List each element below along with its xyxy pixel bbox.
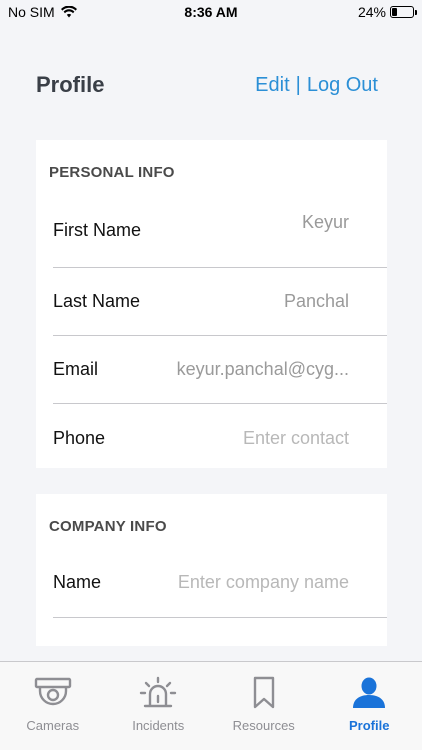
tab-incidents[interactable]: Incidents xyxy=(106,662,212,750)
tab-profile[interactable]: Profile xyxy=(317,662,422,750)
tab-incidents-label: Incidents xyxy=(132,718,185,733)
tab-cameras-label: Cameras xyxy=(26,718,80,733)
phone-row[interactable]: Phone Enter contact xyxy=(53,404,387,472)
page-title: Profile xyxy=(36,72,105,97)
company-info-title: COMPANY INFO xyxy=(49,518,167,535)
company-name-field[interactable]: Enter company name xyxy=(178,572,349,593)
status-right: 24% xyxy=(357,4,417,20)
carrier-label: No SIM xyxy=(8,4,55,20)
first-name-label: First Name xyxy=(53,220,142,240)
logout-button[interactable]: Log Out xyxy=(307,74,378,97)
tab-cameras[interactable]: Cameras xyxy=(0,662,106,750)
personal-info-card: PERSONAL INFO First Name Keyur Last Name… xyxy=(36,140,387,468)
last-name-row[interactable]: Last Name Panchal xyxy=(53,268,387,336)
tab-profile-label: Profile xyxy=(349,718,390,733)
tab-bar: Cameras Incidents Resources Profile xyxy=(0,661,422,750)
email-label: Email xyxy=(53,359,99,379)
edit-button[interactable]: Edit xyxy=(255,74,289,97)
company-name-label: Name xyxy=(53,572,102,592)
last-name-field[interactable]: Panchal xyxy=(284,291,349,312)
page-header: Profile Edit | Log Out xyxy=(36,72,378,98)
person-icon xyxy=(353,677,386,708)
alarm-icon xyxy=(140,676,177,708)
battery-icon xyxy=(390,6,417,18)
phone-label: Phone xyxy=(53,427,106,448)
email-row[interactable]: Email keyur.panchal@cyg... xyxy=(53,336,387,404)
tab-resources-label: Resources xyxy=(232,718,295,733)
camera-icon xyxy=(34,677,71,706)
phone-field[interactable]: Enter contact xyxy=(243,428,349,449)
header-actions: Edit | Log Out xyxy=(255,74,378,97)
first-name-row[interactable]: First Name Keyur xyxy=(53,194,387,268)
battery-fill xyxy=(392,8,397,16)
tab-resources[interactable]: Resources xyxy=(211,662,317,750)
status-bar: No SIM 8:36 AM 24% xyxy=(0,0,422,24)
first-name-field[interactable]: Keyur xyxy=(302,212,349,233)
company-name-row[interactable]: Name Enter company name xyxy=(53,548,387,618)
status-left: No SIM xyxy=(8,4,77,20)
company-info-card: COMPANY INFO Name Enter company name xyxy=(36,494,387,646)
wifi-icon xyxy=(60,6,77,18)
email-field[interactable]: keyur.panchal@cyg... xyxy=(177,359,349,380)
bookmark-icon xyxy=(253,676,274,709)
battery-percent: 24% xyxy=(357,4,386,20)
last-name-label: Last Name xyxy=(53,291,141,311)
personal-info-title: PERSONAL INFO xyxy=(49,164,175,181)
header-separator: | xyxy=(295,73,301,96)
